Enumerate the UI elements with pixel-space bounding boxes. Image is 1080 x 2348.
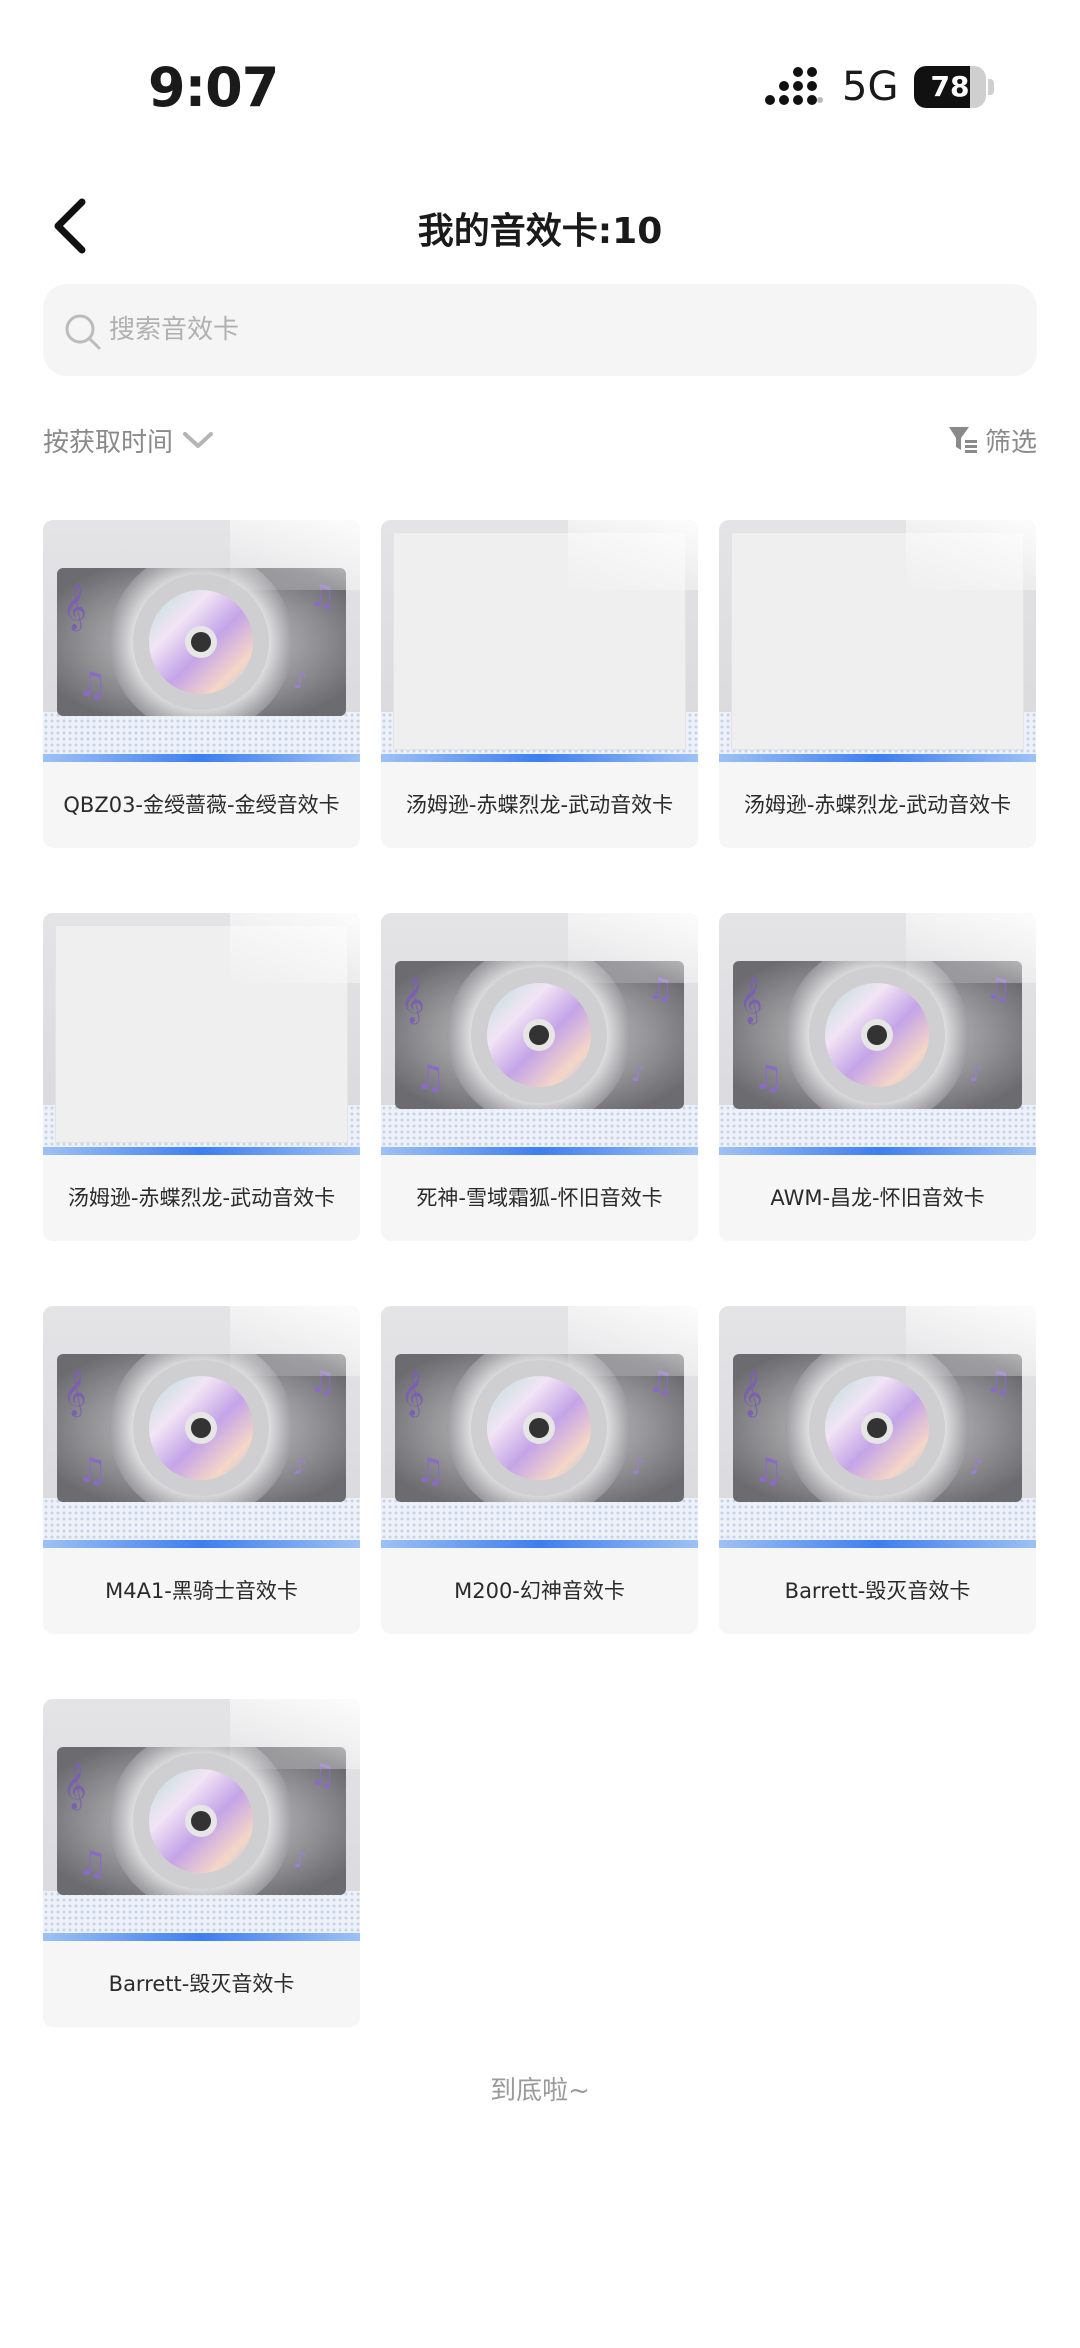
svg-text:♪: ♪ bbox=[631, 1062, 645, 1087]
network-label: 5G bbox=[842, 64, 899, 110]
end-of-list-text: 到底啦~ bbox=[490, 2076, 590, 2106]
sound-card-label: Barrett-毁灭音效卡 bbox=[108, 1972, 295, 1996]
svg-text:♪: ♪ bbox=[969, 1062, 983, 1087]
sound-card[interactable]: 𝄞 ♫ ♫ ♪ M4A1-黑骑士音效卡 bbox=[43, 1306, 360, 1634]
status-time: 9:07 bbox=[148, 56, 279, 119]
sound-card-image: 𝄞 ♫ ♫ ♪ bbox=[719, 1306, 1036, 1548]
sound-card[interactable]: 𝄞 ♫ ♫ ♪ M200-幻神音效卡 bbox=[381, 1306, 698, 1634]
filter-button[interactable]: 筛选 bbox=[947, 420, 1037, 460]
filter-icon bbox=[948, 427, 977, 453]
svg-text:𝄞: 𝄞 bbox=[63, 584, 87, 632]
svg-text:𝄞: 𝄞 bbox=[739, 1370, 763, 1418]
chevron-down-icon bbox=[183, 432, 214, 448]
sound-card-image: 𝄞 ♫ ♫ ♪ bbox=[719, 913, 1036, 1155]
search-box[interactable] bbox=[43, 284, 1037, 376]
signal-icon bbox=[765, 67, 823, 105]
filter-label: 筛选 bbox=[984, 427, 1037, 458]
sound-card-image bbox=[381, 520, 698, 762]
sound-card-page: 9:07 5G 78 我的音效卡:10 搜索音效卡 按获取时间 筛选 𝄞 ♫ ♫… bbox=[0, 0, 1080, 2348]
sort-dropdown[interactable]: 按获取时间 bbox=[43, 420, 215, 460]
sound-card[interactable]: 𝄞 ♫ ♫ ♪ Barrett-毁灭音效卡 bbox=[43, 1699, 360, 2027]
svg-text:𝄞: 𝄞 bbox=[739, 977, 763, 1025]
svg-text:𝄞: 𝄞 bbox=[401, 977, 425, 1025]
battery-percent: 78 bbox=[930, 70, 970, 103]
sound-card-label: 死神-雪域霜狐-怀旧音效卡 bbox=[416, 1186, 663, 1210]
sound-card-label: 汤姆逊-赤蝶烈龙-武动音效卡 bbox=[743, 793, 1012, 817]
sound-card-label: AWM-昌龙-怀旧音效卡 bbox=[770, 1186, 985, 1210]
disc-artwork: 𝄞 ♫ ♫ ♪ bbox=[57, 1747, 346, 1895]
sound-card[interactable]: 𝄞 ♫ ♫ ♪ QBZ03-金绶蔷薇-金绶音效卡 bbox=[43, 520, 360, 848]
sound-card-label: Barrett-毁灭音效卡 bbox=[784, 1579, 971, 1603]
svg-text:♫: ♫ bbox=[77, 665, 107, 705]
svg-text:♪: ♪ bbox=[631, 1455, 645, 1480]
disc-artwork: 𝄞 ♫ ♫ ♪ bbox=[57, 1354, 346, 1502]
disc-artwork: 𝄞 ♫ ♫ ♪ bbox=[733, 961, 1022, 1109]
svg-text:♪: ♪ bbox=[293, 1848, 307, 1873]
sort-label: 按获取时间 bbox=[43, 427, 174, 458]
sound-card-label: QBZ03-金绶蔷薇-金绶音效卡 bbox=[63, 793, 340, 817]
sound-card-label: 汤姆逊-赤蝶烈龙-武动音效卡 bbox=[405, 793, 674, 817]
sound-card-image: 𝄞 ♫ ♫ ♪ bbox=[381, 913, 698, 1155]
status-bar: 9:07 5G 78 bbox=[0, 0, 1080, 150]
svg-text:♫: ♫ bbox=[415, 1451, 445, 1491]
sound-card[interactable]: 汤姆逊-赤蝶烈龙-武动音效卡 bbox=[719, 520, 1036, 848]
sound-card-image bbox=[43, 913, 360, 1155]
sound-card-label: M200-幻神音效卡 bbox=[454, 1579, 625, 1603]
disc-artwork: 𝄞 ♫ ♫ ♪ bbox=[395, 961, 684, 1109]
battery-icon: 78 bbox=[914, 66, 994, 108]
disc-artwork: 𝄞 ♫ ♫ ♪ bbox=[733, 1354, 1022, 1502]
sound-card[interactable]: 汤姆逊-赤蝶烈龙-武动音效卡 bbox=[381, 520, 698, 848]
search-input[interactable] bbox=[109, 284, 1009, 376]
page-header: 我的音效卡:10 bbox=[0, 180, 1080, 270]
sound-card-image: 𝄞 ♫ ♫ ♪ bbox=[43, 1306, 360, 1548]
sound-card-image: 𝄞 ♫ ♫ ♪ bbox=[43, 520, 360, 762]
svg-text:♫: ♫ bbox=[77, 1451, 107, 1491]
sound-card-label: M4A1-黑骑士音效卡 bbox=[105, 1579, 298, 1603]
svg-text:♪: ♪ bbox=[293, 669, 307, 694]
sound-card[interactable]: 𝄞 ♫ ♫ ♪ 死神-雪域霜狐-怀旧音效卡 bbox=[381, 913, 698, 1241]
svg-text:𝄞: 𝄞 bbox=[63, 1763, 87, 1811]
sound-card-image bbox=[719, 520, 1036, 762]
sound-card[interactable]: 𝄞 ♫ ♫ ♪ Barrett-毁灭音效卡 bbox=[719, 1306, 1036, 1634]
svg-text:♫: ♫ bbox=[77, 1844, 107, 1884]
svg-text:♫: ♫ bbox=[415, 1058, 445, 1098]
disc-artwork: 𝄞 ♫ ♫ ♪ bbox=[395, 1354, 684, 1502]
svg-text:𝄞: 𝄞 bbox=[401, 1370, 425, 1418]
page-title: 我的音效卡:10 bbox=[417, 211, 663, 252]
sound-card-image: 𝄞 ♫ ♫ ♪ bbox=[43, 1699, 360, 1941]
sound-card-label: 汤姆逊-赤蝶烈龙-武动音效卡 bbox=[67, 1186, 336, 1210]
svg-text:𝄞: 𝄞 bbox=[63, 1370, 87, 1418]
disc-artwork: 𝄞 ♫ ♫ ♪ bbox=[57, 568, 346, 716]
sound-card[interactable]: 汤姆逊-赤蝶烈龙-武动音效卡 bbox=[43, 913, 360, 1241]
search-icon bbox=[65, 314, 101, 350]
svg-text:♪: ♪ bbox=[969, 1455, 983, 1480]
sound-card-image: 𝄞 ♫ ♫ ♪ bbox=[381, 1306, 698, 1548]
sound-card[interactable]: 𝄞 ♫ ♫ ♪ AWM-昌龙-怀旧音效卡 bbox=[719, 913, 1036, 1241]
svg-text:♫: ♫ bbox=[753, 1058, 783, 1098]
svg-text:♪: ♪ bbox=[293, 1455, 307, 1480]
svg-text:♫: ♫ bbox=[753, 1451, 783, 1491]
